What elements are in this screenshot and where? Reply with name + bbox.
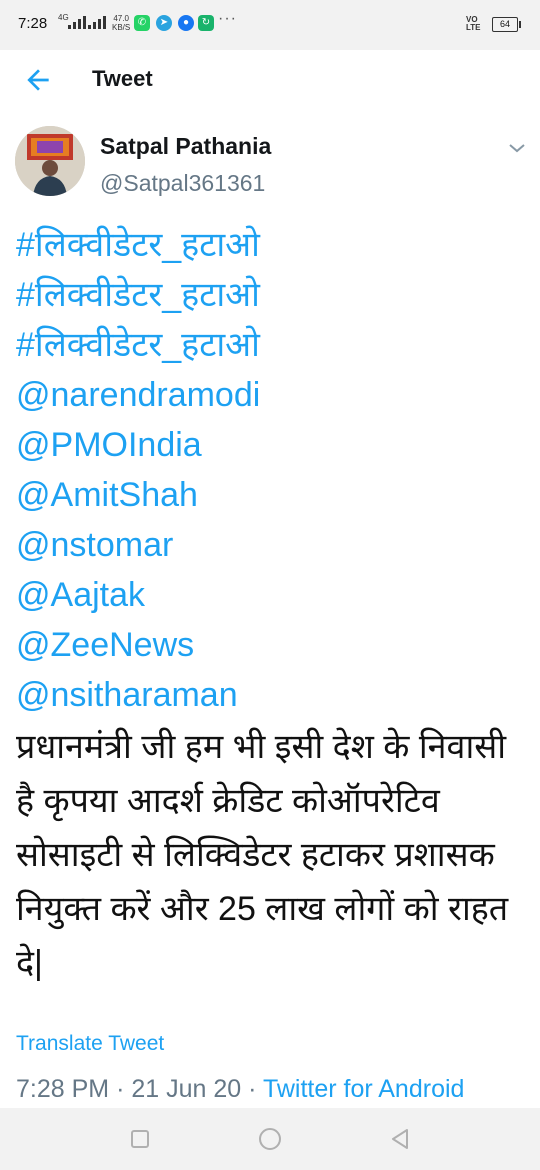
volte-indicator: VO LTE bbox=[466, 16, 481, 32]
back-triangle-icon[interactable] bbox=[385, 1124, 415, 1154]
system-nav-bar bbox=[0, 1108, 540, 1170]
page-title: Tweet bbox=[92, 66, 153, 91]
signal-icon bbox=[68, 16, 86, 29]
speed-value: 47.0 bbox=[113, 14, 129, 23]
tweet-time: 7:28 PM bbox=[16, 1075, 110, 1103]
whatsapp-icon: ✆ bbox=[134, 15, 150, 31]
hashtag-link[interactable]: #लिक्वीडेटर_हटाओ bbox=[16, 320, 531, 370]
tweet-source-link[interactable]: Twitter for Android bbox=[263, 1075, 464, 1103]
author-handle[interactable]: @Satpal361361 bbox=[100, 170, 265, 197]
mention-link[interactable]: @AmitShah bbox=[16, 470, 531, 520]
telegram-icon: ➤ bbox=[156, 15, 172, 31]
mention-link[interactable]: @nsitharaman bbox=[16, 670, 531, 720]
hashtag-link[interactable]: #लिक्वीडेटर_हटाओ bbox=[16, 220, 531, 270]
arrow-left-icon[interactable] bbox=[22, 64, 54, 96]
tweet-text: #लिक्वीडेटर_हटाओ #लिक्वीडेटर_हटाओ #लिक्व… bbox=[16, 220, 531, 990]
sync-icon: ↻ bbox=[198, 15, 214, 31]
tweet-meta: 7:28 PM · 21 Jun 20 · Twitter for Androi… bbox=[16, 1075, 464, 1104]
volte-bottom: LTE bbox=[466, 23, 481, 32]
avatar-image bbox=[15, 126, 85, 196]
app-header: Tweet bbox=[0, 50, 540, 110]
tweet-message: प्रधानमंत्री जी हम भी इसी देश के निवासी … bbox=[16, 728, 509, 982]
mention-link[interactable]: @Aajtak bbox=[16, 570, 531, 620]
more-notifications-icon: ··· bbox=[218, 10, 237, 27]
meta-separator: · bbox=[116, 1075, 125, 1103]
translate-tweet-link[interactable]: Translate Tweet bbox=[16, 1032, 164, 1056]
recent-apps-icon[interactable] bbox=[125, 1124, 155, 1154]
avatar[interactable] bbox=[15, 126, 85, 196]
mention-link[interactable]: @ZeeNews bbox=[16, 620, 531, 670]
chevron-down-icon[interactable] bbox=[505, 136, 529, 160]
battery-icon: 64 bbox=[492, 17, 521, 32]
mention-link[interactable]: @narendramodi bbox=[16, 370, 531, 420]
hashtag-link[interactable]: #लिक्वीडेटर_हटाओ bbox=[16, 270, 531, 320]
tweet-date: 21 Jun 20 bbox=[131, 1075, 242, 1103]
meta-separator: · bbox=[248, 1075, 257, 1103]
network-speed: 47.0 KB/S bbox=[112, 14, 130, 32]
status-bar: 7:28 4G 47.0 KB/S ✆ ➤ ● ↻ ··· VO LTE 64 bbox=[0, 0, 540, 50]
signal-2-icon bbox=[88, 16, 106, 29]
messenger-icon: ● bbox=[178, 15, 194, 31]
home-icon[interactable] bbox=[255, 1124, 285, 1154]
speed-unit: KB/S bbox=[112, 23, 131, 32]
mention-link[interactable]: @PMOIndia bbox=[16, 420, 531, 470]
author-name[interactable]: Satpal Pathania bbox=[100, 133, 271, 160]
status-time: 7:28 bbox=[18, 15, 48, 32]
mention-link[interactable]: @nstomar bbox=[16, 520, 531, 570]
